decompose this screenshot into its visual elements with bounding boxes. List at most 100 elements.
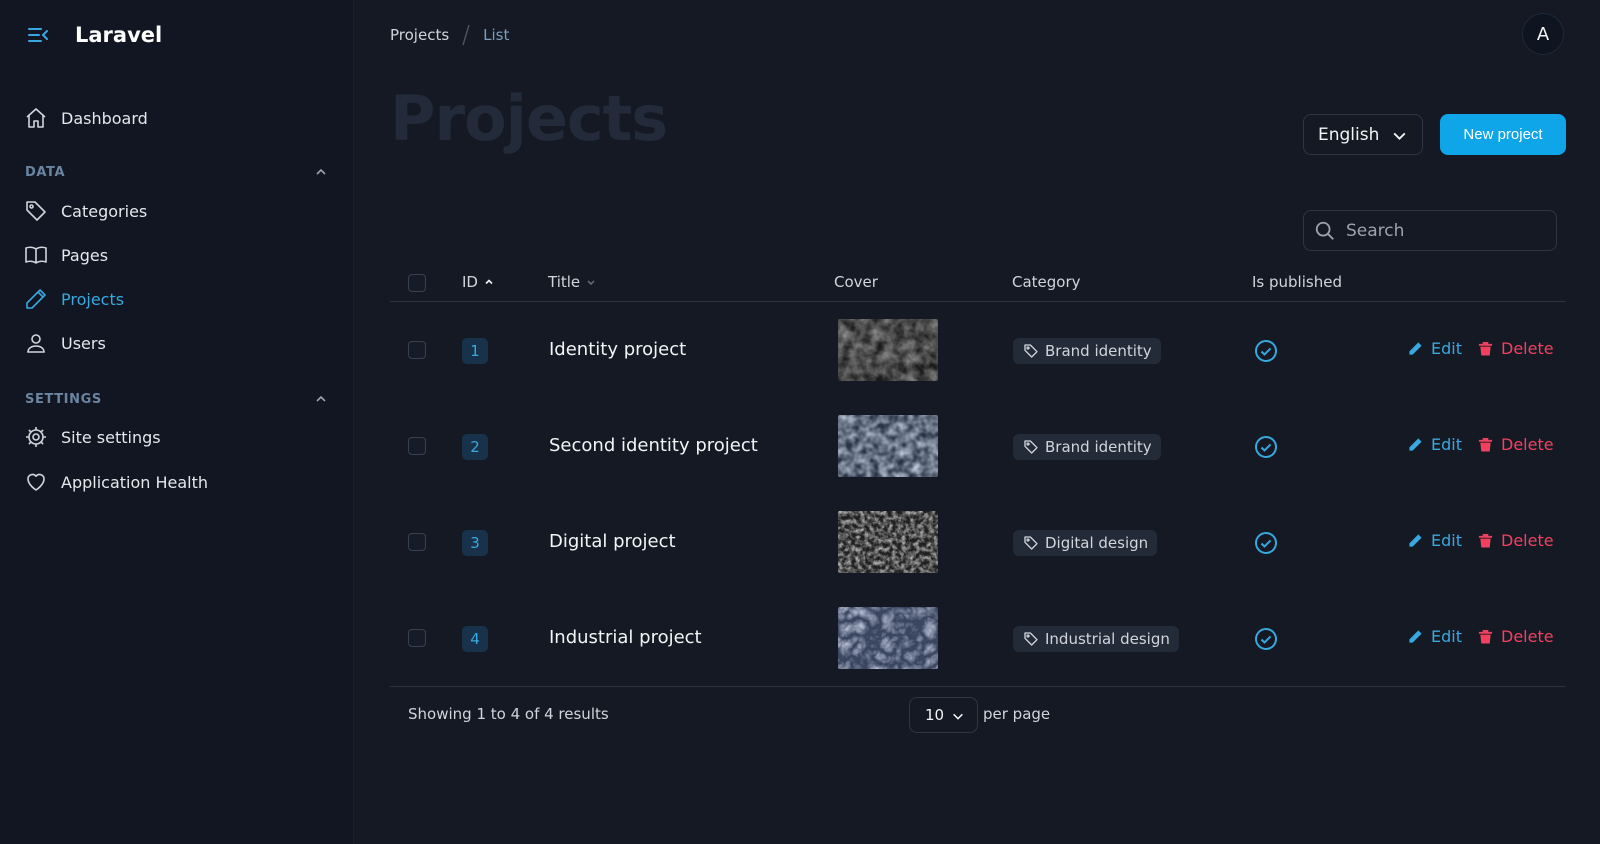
heart-icon — [27, 473, 45, 491]
sort-icon — [587, 280, 595, 285]
page-title: Projects — [390, 82, 668, 155]
table-footer: Showing 1 to 4 of 4 results 10 per page — [390, 686, 1566, 742]
project-title: Digital project — [549, 531, 676, 552]
row-checkbox[interactable] — [408, 533, 426, 551]
sidebar-item-projects[interactable]: Projects — [24, 281, 124, 317]
search-box — [1303, 210, 1557, 251]
pencil-icon — [1409, 630, 1422, 643]
trash-icon — [1478, 629, 1493, 644]
category-badge: Industrial design — [1013, 626, 1179, 652]
avatar[interactable]: A — [1522, 13, 1564, 55]
sidebar-item-site-settings[interactable]: Site settings — [24, 419, 161, 455]
sidebar-item-label: Dashboard — [61, 108, 148, 128]
edit-action[interactable]: Edit — [1408, 627, 1462, 646]
check-circle-icon — [1255, 340, 1277, 362]
brand: Laravel — [26, 20, 162, 50]
sidebar-item-users[interactable]: Users — [24, 325, 106, 361]
trash-icon — [1478, 341, 1493, 356]
project-title: Industrial project — [549, 627, 702, 648]
sidebar-item-categories[interactable]: Categories — [24, 193, 147, 229]
edit-label: Edit — [1431, 531, 1462, 550]
column-cover: Cover — [834, 273, 878, 291]
sidebar-item-pages[interactable]: Pages — [24, 237, 108, 273]
row-checkbox[interactable] — [408, 341, 426, 359]
per-page-select[interactable]: 10 — [909, 697, 978, 733]
new-project-button[interactable]: New project — [1440, 114, 1566, 155]
column-id[interactable]: ID — [462, 273, 494, 291]
tag-icon — [1024, 632, 1038, 646]
collapse-sidebar-icon[interactable] — [26, 23, 50, 47]
book-icon — [25, 246, 47, 264]
delete-action[interactable]: Delete — [1478, 339, 1554, 358]
select-all-checkbox[interactable] — [408, 274, 426, 292]
pencil-icon — [1409, 534, 1422, 547]
id-badge: 2 — [462, 434, 488, 460]
column-cover-label: Cover — [834, 273, 878, 291]
column-title[interactable]: Title — [548, 273, 596, 291]
project-title: Second identity project — [549, 435, 758, 456]
sidebar-item-label: Application Health — [61, 472, 209, 492]
table-row[interactable]: 4 Industrial project Industrial design E… — [390, 590, 1566, 686]
search-icon — [1315, 221, 1334, 240]
tag-icon — [1024, 536, 1038, 550]
sidebar-item-label: Users — [61, 333, 106, 353]
edit-label: Edit — [1431, 339, 1462, 358]
column-published-label: Is published — [1252, 273, 1342, 291]
sidebar-item-label: Pages — [61, 245, 109, 265]
column-title-label: Title — [548, 273, 581, 291]
edit-label: Edit — [1431, 435, 1462, 454]
per-page-value: 10 — [925, 706, 945, 724]
chevron-up-icon[interactable] — [313, 391, 329, 407]
table-row[interactable]: 1 Identity project Brand identity Edit D… — [390, 302, 1566, 398]
check-circle-icon — [1255, 436, 1277, 458]
pencil-icon — [26, 289, 46, 309]
sidebar-group-data: DATA — [25, 165, 66, 180]
sidebar-group-settings: SETTINGS — [25, 392, 102, 407]
category-badge: Digital design — [1013, 530, 1158, 556]
breadcrumb-current: List — [483, 26, 510, 44]
column-published: Is published — [1252, 273, 1342, 291]
row-checkbox[interactable] — [408, 629, 426, 647]
language-select[interactable]: English — [1303, 114, 1423, 155]
pencil-icon — [1409, 438, 1422, 451]
table-header: ID Title Cover Category Is published — [390, 264, 1566, 302]
tag-icon — [1024, 440, 1038, 454]
edit-action[interactable]: Edit — [1408, 339, 1462, 358]
chevron-down-icon — [1393, 132, 1406, 141]
sidebar-item-label: Categories — [61, 201, 148, 221]
trash-icon — [1478, 533, 1493, 548]
table-row[interactable]: 2 Second identity project Brand identity… — [390, 398, 1566, 494]
sidebar-item-application-health[interactable]: Application Health — [24, 464, 208, 500]
search-input[interactable] — [1346, 220, 1546, 241]
projects-table: ID Title Cover Category Is published 1 I… — [390, 264, 1566, 686]
language-value: English — [1318, 124, 1380, 145]
table-row[interactable]: 3 Digital project Digital design Edit De… — [390, 494, 1566, 590]
chevron-up-icon[interactable] — [313, 164, 329, 180]
home-icon — [26, 108, 46, 128]
check-circle-icon — [1255, 628, 1277, 650]
pencil-icon — [1409, 342, 1422, 355]
sidebar: Laravel Dashboard DATA Categories Pages … — [0, 0, 354, 844]
sidebar-item-dashboard[interactable]: Dashboard — [24, 100, 148, 136]
breadcrumb-projects-link[interactable]: Projects — [390, 26, 449, 44]
sidebar-item-label: Projects — [61, 289, 125, 309]
delete-label: Delete — [1501, 435, 1554, 454]
category-label: Digital design — [1045, 534, 1149, 552]
id-badge: 4 — [462, 626, 488, 652]
delete-action[interactable]: Delete — [1478, 627, 1554, 646]
delete-label: Delete — [1501, 339, 1554, 358]
tag-icon — [26, 201, 46, 221]
row-checkbox[interactable] — [408, 437, 426, 455]
tag-icon — [1024, 344, 1038, 358]
breadcrumb-separator — [462, 24, 470, 46]
user-icon — [27, 334, 45, 353]
edit-action[interactable]: Edit — [1408, 531, 1462, 550]
id-badge: 3 — [462, 530, 488, 556]
id-badge: 1 — [462, 338, 488, 364]
category-label: Brand identity — [1045, 342, 1152, 360]
delete-label: Delete — [1501, 627, 1554, 646]
delete-action[interactable]: Delete — [1478, 435, 1554, 454]
category-badge: Brand identity — [1013, 434, 1161, 460]
edit-action[interactable]: Edit — [1408, 435, 1462, 454]
delete-action[interactable]: Delete — [1478, 531, 1554, 550]
